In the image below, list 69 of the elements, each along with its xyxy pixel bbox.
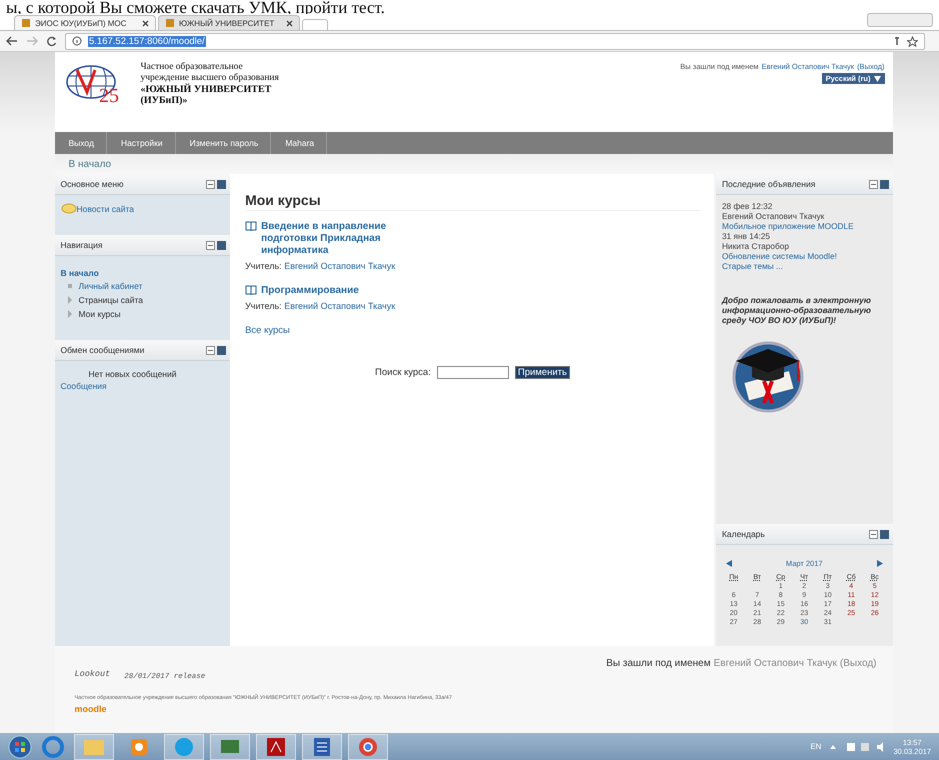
teacher-link[interactable]: Евгений Остапович Ткачук <box>284 261 396 271</box>
page-heading: Мои курсы <box>245 192 700 211</box>
older-topics-link[interactable]: Старые темы ... <box>722 261 886 271</box>
course-link[interactable]: Введение в направление подготовки Прикладная информатика <box>261 221 422 257</box>
speech-bubble-icon <box>60 203 76 215</box>
course-search-field[interactable] <box>436 366 509 379</box>
breadcrumb-link[interactable]: В начало <box>68 158 112 170</box>
block-title: Навигация <box>60 240 102 250</box>
apply-button[interactable]: Применить <box>514 366 570 379</box>
login-text: Вы зашли под именем <box>606 658 711 669</box>
news-author: Никита Старобор <box>722 241 790 251</box>
course-link[interactable]: Программирование <box>261 285 422 297</box>
theme-name: Lookout <box>74 669 110 681</box>
news-date: 31 янв 14:25 <box>722 231 772 241</box>
user-link[interactable]: Евгений Остапович Ткачук <box>714 658 837 669</box>
site-icon <box>21 18 31 28</box>
start-button[interactable] <box>8 734 32 758</box>
bullet-icon <box>66 283 72 289</box>
news-date: 28 фев 12:32 <box>722 201 774 211</box>
block-title: Последние объявления <box>722 179 816 189</box>
reload-icon[interactable] <box>46 36 57 46</box>
news-author: Евгений Остапович Ткачук <box>722 211 826 221</box>
nav-tree-item[interactable]: Личный кабинет <box>78 281 142 291</box>
block-controls-icon[interactable] <box>868 180 888 188</box>
no-messages-text: Нет новых сообщений <box>88 369 178 379</box>
organization-name: учреждение высшего образования <box>140 73 279 84</box>
pdf-reader-icon[interactable] <box>256 734 296 760</box>
star-icon[interactable] <box>907 36 918 46</box>
news-link[interactable]: Обновление системы Moodle! <box>722 251 886 261</box>
organization-name: «ЮЖНЫЙ УНИВЕРСИТЕТ <box>140 84 272 95</box>
block-title: Календарь <box>722 529 765 539</box>
block-controls-icon[interactable] <box>206 346 226 354</box>
welcome-text: Добро пожаловать в электронную информационно-образовательную среду ЧОУ ВО ЮУ (ИУБиП)! <box>722 295 872 325</box>
logout-link[interactable]: (Выход) <box>840 658 876 669</box>
site-icon <box>165 18 175 28</box>
organization-name: Частное образовательное <box>140 62 244 73</box>
block-title: Обмен сообщениями <box>60 345 144 355</box>
book-icon <box>245 221 258 232</box>
close-icon[interactable] <box>286 20 293 26</box>
book-icon <box>245 285 258 296</box>
nav-home-link[interactable]: В начало <box>60 268 224 278</box>
document-text: ы, с которой Вы сможете скачать УМК, пройти тест. <box>5 0 386 14</box>
news-link[interactable]: Мобильное приложение MOODLE <box>722 221 886 231</box>
messages-link[interactable]: Сообщения <box>60 381 224 391</box>
next-month-icon[interactable] <box>876 560 882 567</box>
block-title: Основное меню <box>60 179 124 189</box>
nav-tree-item[interactable]: Мои курсы <box>78 309 121 319</box>
chrome-icon[interactable] <box>348 734 388 760</box>
news-link[interactable]: Новости сайта <box>76 204 134 214</box>
nav-tree-item[interactable]: Страницы сайта <box>78 295 144 305</box>
block-controls-icon[interactable] <box>206 180 226 188</box>
caret-icon <box>874 76 880 82</box>
teacher-label: Учитель: <box>245 301 282 311</box>
all-courses-link[interactable]: Все курсы <box>245 325 700 336</box>
address-bar[interactable]: 5.167.52.157:8060/moodle/ <box>65 32 925 50</box>
teacher-link[interactable]: Евгений Остапович Ткачук <box>284 301 396 311</box>
browser-tab[interactable]: ЮЖНЫЙ УНИВЕРСИТЕТ <box>158 15 300 30</box>
close-icon[interactable] <box>142 20 149 26</box>
search-label: Поиск курса: <box>375 367 431 378</box>
organization-name: (ИУБиП)» <box>140 95 188 106</box>
block-controls-icon[interactable] <box>868 530 888 538</box>
document-icon[interactable] <box>302 734 342 760</box>
previous-month-icon[interactable] <box>726 560 732 567</box>
monitor-icon[interactable] <box>210 734 250 760</box>
browser-tab[interactable]: ЭИОС ЮУ(ИУБиП) МОС <box>14 15 156 30</box>
block-controls-icon[interactable] <box>206 240 226 250</box>
back-icon[interactable] <box>6 36 18 46</box>
info-icon <box>72 36 82 46</box>
teacher-label: Учитель: <box>245 261 282 271</box>
